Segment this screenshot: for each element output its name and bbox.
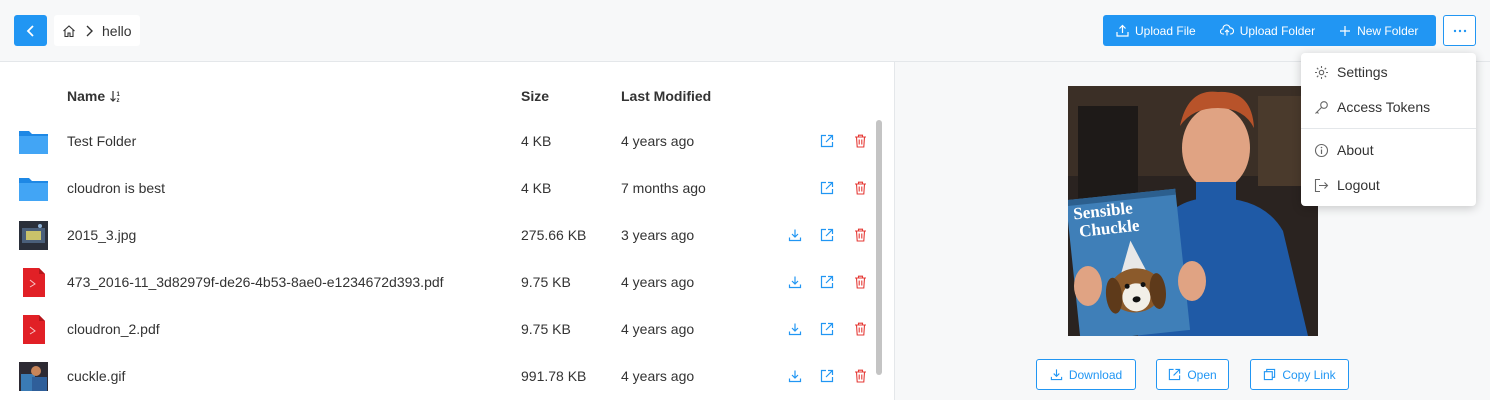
- file-name[interactable]: cuckle.gif: [67, 368, 125, 384]
- file-size: 275.66 KB: [521, 227, 587, 243]
- download-label: Download: [1068, 367, 1123, 382]
- more-options-menu: Settings Access Tokens About Logout: [1301, 53, 1476, 206]
- trash-icon[interactable]: [852, 368, 868, 384]
- logout-icon: [1314, 178, 1329, 192]
- file-size: 9.75 KB: [521, 321, 571, 337]
- image-thumbnail: [19, 362, 48, 391]
- file-modified: 4 years ago: [621, 274, 695, 290]
- menu-logout-label: Logout: [1337, 177, 1380, 193]
- column-header-size[interactable]: Size: [521, 88, 549, 104]
- sort-icon: 1 z: [110, 91, 121, 103]
- trash-icon[interactable]: [852, 133, 868, 149]
- open-icon[interactable]: [819, 368, 835, 384]
- folder-icon: [19, 178, 48, 201]
- pdf-file-icon: [23, 315, 45, 344]
- file-name[interactable]: 473_2016-11_3d82979f-de26-4b53-8ae0-e123…: [67, 274, 444, 290]
- trash-icon[interactable]: [852, 180, 868, 196]
- menu-divider: [1301, 128, 1476, 129]
- new-folder-button[interactable]: New Folder: [1327, 15, 1430, 46]
- file-size: 991.78 KB: [521, 368, 587, 384]
- file-row[interactable]: Test Folder 4 KB 4 years ago: [0, 118, 870, 165]
- file-name[interactable]: cloudron is best: [67, 180, 165, 196]
- breadcrumb-current-folder[interactable]: hello: [102, 23, 132, 39]
- file-name[interactable]: 2015_3.jpg: [67, 227, 136, 243]
- open-icon[interactable]: [819, 180, 835, 196]
- file-modified: 4 years ago: [621, 321, 695, 337]
- file-name[interactable]: cloudron_2.pdf: [67, 321, 160, 337]
- file-row[interactable]: cuckle.gif 991.78 KB 4 years ago: [0, 353, 870, 400]
- open-button[interactable]: Open: [1156, 359, 1229, 390]
- file-name[interactable]: Test Folder: [67, 133, 136, 149]
- download-icon[interactable]: [787, 368, 803, 384]
- home-icon[interactable]: [62, 24, 76, 38]
- upload-folder-button[interactable]: Upload Folder: [1208, 15, 1327, 46]
- menu-settings-label: Settings: [1337, 64, 1388, 80]
- chevron-right-icon: [86, 25, 93, 36]
- download-icon: [1050, 369, 1062, 381]
- menu-access-tokens-label: Access Tokens: [1337, 99, 1431, 115]
- upload-icon: [1116, 24, 1129, 37]
- file-modified: 3 years ago: [621, 227, 695, 243]
- chevron-left-icon: [26, 24, 34, 37]
- file-modified: 7 months ago: [621, 180, 706, 196]
- svg-text:z: z: [117, 98, 120, 103]
- file-size: 9.75 KB: [521, 274, 571, 290]
- upload-folder-label: Upload Folder: [1239, 23, 1316, 38]
- download-icon[interactable]: [787, 321, 803, 337]
- plus-icon: [1340, 25, 1351, 36]
- breadcrumb: hello: [54, 15, 140, 46]
- gear-icon: [1315, 65, 1328, 79]
- menu-item-access-tokens[interactable]: Access Tokens: [1301, 90, 1476, 124]
- download-icon[interactable]: [787, 274, 803, 290]
- copy-link-button[interactable]: Copy Link: [1250, 359, 1349, 390]
- open-label: Open: [1187, 367, 1217, 382]
- menu-item-about[interactable]: About: [1301, 133, 1476, 167]
- info-icon: [1314, 143, 1329, 157]
- ellipsis-icon: [1453, 29, 1466, 32]
- file-row[interactable]: cloudron is best 4 KB 7 months ago: [0, 165, 870, 212]
- open-icon[interactable]: [819, 227, 835, 243]
- open-icon[interactable]: [819, 274, 835, 290]
- upload-file-label: Upload File: [1135, 23, 1196, 38]
- menu-item-logout[interactable]: Logout: [1301, 168, 1476, 202]
- trash-icon[interactable]: [852, 274, 868, 290]
- more-options-button[interactable]: [1443, 15, 1476, 46]
- column-header-modified[interactable]: Last Modified: [621, 88, 711, 104]
- image-thumbnail: [19, 221, 48, 250]
- column-name-label: Name: [67, 88, 106, 104]
- upload-button-group: Upload File Upload Folder New Folder: [1103, 15, 1436, 46]
- menu-about-label: About: [1337, 142, 1374, 158]
- cloud-upload-icon: [1219, 24, 1234, 36]
- key-icon: [1315, 100, 1328, 114]
- column-header-name[interactable]: Name 1 z: [67, 88, 123, 104]
- pdf-file-icon: [23, 268, 45, 297]
- download-button[interactable]: Download: [1036, 359, 1136, 390]
- list-scrollbar[interactable]: [876, 120, 882, 375]
- file-size: 4 KB: [521, 180, 552, 196]
- file-row[interactable]: 473_2016-11_3d82979f-de26-4b53-8ae0-e123…: [0, 259, 870, 306]
- folder-icon: [19, 131, 48, 154]
- new-folder-label: New Folder: [1357, 23, 1419, 38]
- open-icon[interactable]: [819, 321, 835, 337]
- file-row[interactable]: 2015_3.jpg 275.66 KB 3 years ago: [0, 212, 870, 259]
- menu-item-settings[interactable]: Settings: [1301, 55, 1476, 89]
- file-row[interactable]: cloudron_2.pdf 9.75 KB 4 years ago: [0, 306, 870, 353]
- back-button[interactable]: [14, 15, 47, 46]
- trash-icon[interactable]: [852, 321, 868, 337]
- download-icon[interactable]: [787, 227, 803, 243]
- copy-icon: [1264, 368, 1276, 381]
- file-modified: 4 years ago: [621, 368, 695, 384]
- file-size: 4 KB: [521, 133, 552, 149]
- upload-file-button[interactable]: Upload File: [1103, 15, 1208, 46]
- open-icon[interactable]: [819, 133, 835, 149]
- copy-link-label: Copy Link: [1282, 367, 1336, 382]
- preview-image: Sensible Chuckle: [1068, 86, 1318, 336]
- open-icon: [1169, 368, 1181, 381]
- file-modified: 4 years ago: [621, 133, 695, 149]
- trash-icon[interactable]: [852, 227, 868, 243]
